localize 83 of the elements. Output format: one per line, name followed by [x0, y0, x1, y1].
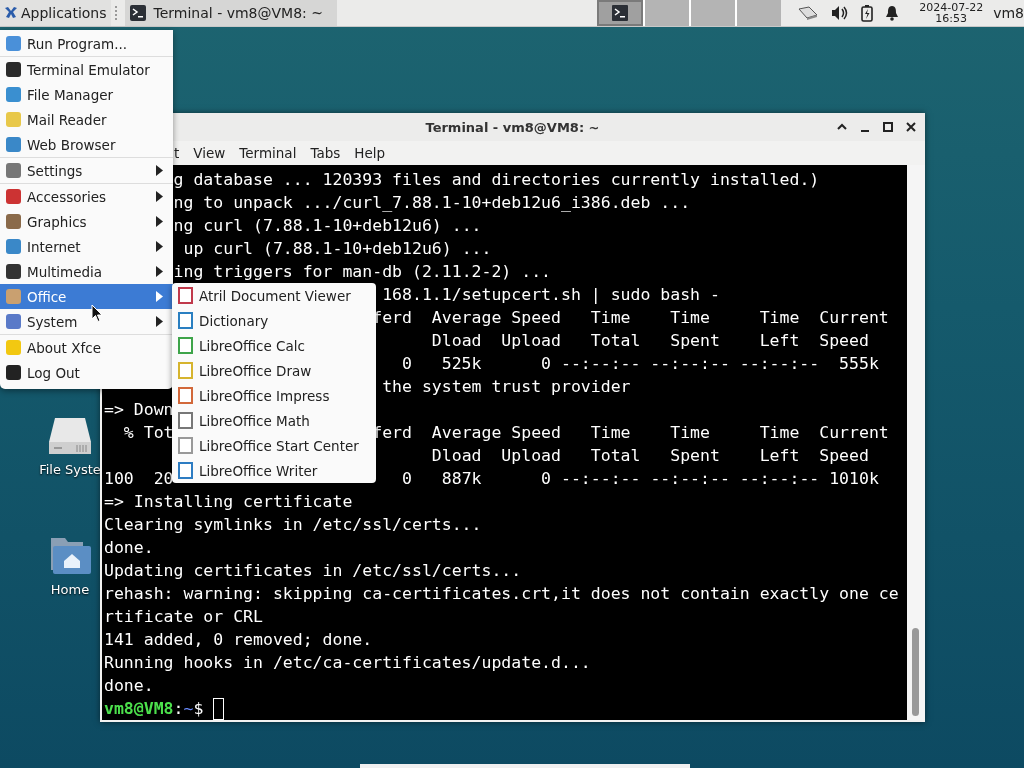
terminal-output-line: 100 20	[104, 468, 174, 490]
battery-icon[interactable]	[861, 4, 874, 22]
clock[interactable]: 2024-07-22 16:53	[919, 2, 984, 24]
close-button[interactable]	[905, 121, 917, 133]
menu-item[interactable]: Dictionary	[172, 308, 376, 333]
terminal-output-line: => Installing certificate	[104, 491, 353, 513]
user-name[interactable]: vm8	[993, 5, 1024, 21]
terminal-output-line: done.	[104, 675, 154, 697]
submenu-arrow-icon	[156, 216, 163, 227]
maximize-button[interactable]	[882, 121, 894, 133]
submenu-arrow-icon	[156, 316, 163, 327]
menu-item[interactable]: Run Program...	[0, 31, 173, 56]
terminal-output-line: Dload Upload Total Spent Left Speed	[431, 330, 869, 352]
menu-item[interactable]: Internet	[0, 234, 173, 259]
terminal-output-line: g database ... 120393 files and directories currently installed.)	[173, 169, 820, 191]
terminal-output-line: Clearing symlinks in /etc/ssl/certs...	[104, 514, 482, 536]
menu-item[interactable]: LibreOffice Math	[172, 408, 376, 433]
terminal-output-line: rtificate or CRL	[104, 606, 263, 628]
terminal-output-line: 141 added, 0 removed; done.	[104, 629, 373, 651]
menu-item[interactable]: Terminal	[239, 145, 297, 161]
menu-item[interactable]: Settings	[0, 158, 173, 183]
terminal-output-line: Dload Upload Total Spent Left Speed	[431, 445, 869, 467]
workspace-button[interactable]	[597, 0, 644, 26]
menu-item[interactable]: File Manager	[0, 82, 173, 107]
terminal-output-line: Running hooks in /etc/ca-certificates/update.d...	[104, 652, 591, 674]
window-title: Terminal - vm8@VM8: ~	[425, 119, 600, 135]
icon-label[interactable]: Home	[50, 582, 90, 597]
menu-item[interactable]: About Xfce	[0, 335, 173, 360]
prompt-path: ~	[183, 698, 194, 720]
terminal-output-line: ng curl (7.88.1-10+deb12u6) ...	[173, 215, 482, 237]
drive-icon[interactable]	[47, 416, 93, 456]
prompt-user: vm8@VM8	[104, 698, 174, 720]
menu-item[interactable]: Help	[354, 145, 386, 161]
menu-item[interactable]: Graphics	[0, 209, 173, 234]
menu-item[interactable]: Atril Document Viewer	[172, 283, 376, 308]
terminal-output-line: 168.1.1/setupcert.sh | sudo bash -	[382, 284, 720, 306]
menu-item[interactable]: Tabs	[310, 145, 341, 161]
menu-item[interactable]: Web Browser	[0, 132, 173, 157]
terminal-output-line: Updating certificates in /etc/ssl/certs...	[104, 560, 522, 582]
menu-item[interactable]: Terminal Emulator	[0, 57, 173, 82]
icon-label[interactable]: File Syste	[39, 462, 101, 477]
home-folder-icon[interactable]	[49, 536, 91, 576]
menu-item[interactable]: Log Out	[0, 360, 173, 385]
submenu-arrow-icon	[156, 291, 163, 302]
menu-item[interactable]: LibreOffice Impress	[172, 383, 376, 408]
applications-button[interactable]: Applications	[0, 0, 111, 26]
menu-item[interactable]: LibreOffice Calc	[172, 333, 376, 358]
terminal-output-line: % Tot	[122, 422, 174, 444]
terminal-output-line: 0 887k 0 --:--:-- --:--:-- --:--:-- 1010k	[402, 468, 879, 490]
menu-item[interactable]: System	[0, 309, 173, 334]
prompt-symbol: $	[193, 698, 204, 720]
network-icon[interactable]	[797, 5, 820, 21]
scrollbar-thumb[interactable]	[912, 628, 919, 716]
submenu-arrow-icon	[156, 241, 163, 252]
terminal-output-line: 0 525k 0 --:--:-- --:--:-- --:--:-- 555k	[402, 353, 879, 375]
menu-item[interactable]: Multimedia	[0, 259, 173, 284]
terminal-output-line: rehash: warning: skipping ca-certificates.crt,it does not contain exactly one ce	[104, 583, 899, 605]
menu-item[interactable]: Mail Reader	[0, 107, 173, 132]
terminal-output-line: done.	[104, 537, 154, 559]
terminal-output-line: ng to unpack .../curl_7.88.1-10+deb12u6_i386.deb ...	[173, 192, 691, 214]
prompt-separator: :	[173, 698, 184, 720]
speaker-icon[interactable]	[831, 5, 850, 21]
menu-item[interactable]: Office	[0, 284, 173, 309]
menu-item[interactable]: LibreOffice Writer	[172, 458, 376, 483]
menu-item[interactable]: Accessories	[0, 184, 173, 209]
terminal-output-line: ing triggers for man-db (2.11.2-2) ...	[173, 261, 552, 283]
terminal-output-line: up curl (7.88.1-10+deb12u6) ...	[183, 238, 492, 260]
terminal-output-line: the system trust provider	[382, 376, 631, 398]
time-text: 16:53	[935, 13, 968, 24]
menu-item[interactable]: t	[174, 145, 180, 161]
menu-item[interactable]: LibreOffice Start Center	[172, 433, 376, 458]
text-cursor	[213, 697, 225, 720]
submenu-arrow-icon	[156, 191, 163, 202]
bell-icon[interactable]	[885, 5, 900, 21]
terminal-output-line: => Down	[104, 399, 174, 421]
menu-item[interactable]: LibreOffice Draw	[172, 358, 376, 383]
menu-item[interactable]: View	[193, 145, 226, 161]
cursor-icon	[91, 304, 103, 323]
xfce-mouse-icon	[4, 6, 18, 20]
taskbar-button[interactable]: Terminal - vm8@VM8: ~	[124, 0, 337, 26]
submenu-arrow-icon	[156, 165, 163, 176]
date-text: 2024-07-22	[919, 2, 984, 13]
submenu-arrow-icon	[156, 266, 163, 277]
